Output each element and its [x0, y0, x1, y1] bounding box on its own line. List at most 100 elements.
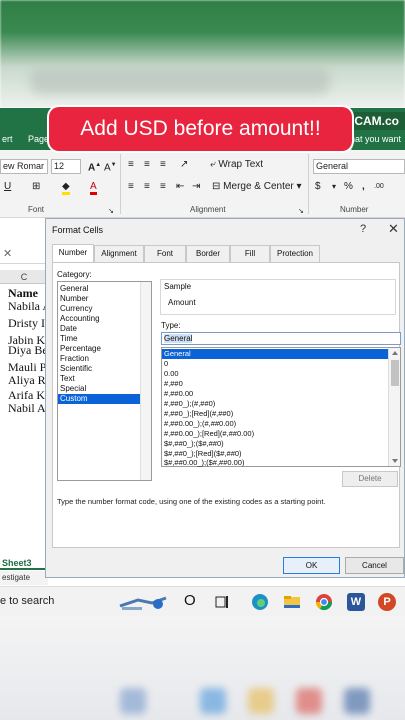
type-list[interactable]: General 0 0.00 #,##0 #,##0.00 #,##0_);(#… — [161, 347, 401, 467]
tab-alignment[interactable]: Alignment — [94, 245, 144, 262]
status-bar: estigate — [0, 571, 48, 585]
list-item[interactable]: Currency — [58, 304, 140, 314]
align-right-icon[interactable]: ≡ — [160, 180, 166, 194]
ok-button[interactable]: OK — [283, 557, 340, 574]
blurred-background-bottom — [0, 616, 405, 720]
align-top-icon[interactable]: ≡ — [128, 158, 134, 172]
sheet-tab-sheet3[interactable]: Sheet3 — [0, 556, 48, 570]
fill-color-icon[interactable]: ◆ — [62, 180, 70, 195]
list-item[interactable]: #,##0.00_);[Red](#,##0.00) — [162, 429, 388, 439]
list-item[interactable]: Percentage — [58, 344, 140, 354]
formula-bar-cancel[interactable]: ✕ — [0, 244, 48, 264]
list-item[interactable]: Date — [58, 324, 140, 334]
comma-style-button[interactable]: , — [362, 180, 365, 194]
list-item[interactable]: General — [58, 284, 140, 294]
chevron-down-icon: ▾ — [296, 181, 302, 192]
increase-indent-icon[interactable]: ⇥ — [192, 180, 200, 194]
close-icon[interactable]: ✕ — [388, 221, 399, 237]
video-frame: ert Page L DICAM.co hat you want t ew Ro… — [0, 0, 405, 720]
list-item-selected[interactable]: General — [162, 349, 388, 359]
grow-font-icon[interactable]: A▲ — [88, 158, 101, 175]
blurred-shape — [248, 688, 274, 714]
list-item[interactable]: 0 — [162, 359, 388, 369]
scroll-up-icon[interactable] — [392, 351, 398, 355]
list-item[interactable]: $#,##0.00_);($#,##0.00) — [162, 458, 388, 468]
category-list[interactable]: General Number Currency Accounting Date … — [57, 281, 152, 481]
wrap-text-button[interactable]: ⤶ Wrap Text — [210, 158, 263, 172]
increase-decimal-icon[interactable]: .00 — [374, 180, 384, 194]
underline-button[interactable]: U — [4, 180, 11, 194]
taskbar-search-text[interactable]: e to search — [0, 595, 54, 607]
tip-banner: Add USD before amount!! — [49, 107, 352, 151]
percent-button[interactable]: % — [344, 180, 353, 194]
borders-icon[interactable]: ⊞ — [32, 180, 40, 194]
align-middle-icon[interactable]: ≡ — [144, 158, 150, 172]
align-bottom-icon[interactable]: ≡ — [160, 158, 166, 172]
cortana-icon[interactable]: O — [184, 592, 202, 610]
group-font-label: Font — [28, 205, 45, 214]
file-explorer-icon[interactable] — [283, 593, 301, 611]
shrink-font-icon[interactable]: A▼ — [104, 158, 117, 175]
search-hero-icon[interactable] — [118, 594, 170, 612]
list-item-selected[interactable]: Custom — [58, 394, 140, 404]
list-item[interactable]: 0.00 — [162, 369, 388, 379]
font-dialog-launcher-icon[interactable]: ↘ — [108, 205, 114, 219]
delete-button[interactable]: Delete — [342, 471, 398, 487]
cancel-button[interactable]: Cancel — [345, 557, 404, 574]
task-view-icon[interactable] — [214, 593, 232, 611]
scroll-down-icon[interactable] — [392, 459, 398, 463]
category-label: Category: — [57, 270, 92, 279]
blurred-background-top — [0, 0, 405, 108]
list-item[interactable]: #,##0_);[Red](#,##0) — [162, 409, 388, 419]
category-scrollbar[interactable] — [140, 282, 151, 480]
list-item[interactable]: Time — [58, 334, 140, 344]
tab-font[interactable]: Font — [144, 245, 186, 262]
list-item[interactable]: #,##0.00 — [162, 389, 388, 399]
tab-protection[interactable]: Protection — [270, 245, 320, 262]
tab-insert[interactable]: ert — [2, 134, 13, 144]
list-item[interactable]: Special — [58, 384, 140, 394]
decrease-indent-icon[interactable]: ⇤ — [176, 180, 184, 194]
sample-value: Amount — [168, 298, 196, 307]
format-cells-dialog: Format Cells ? ✕ Number Alignment Font B… — [45, 218, 405, 578]
tab-border[interactable]: Border — [186, 245, 230, 262]
chrome-icon[interactable] — [315, 593, 333, 611]
type-label: Type: — [161, 321, 181, 330]
word-icon[interactable]: W — [347, 593, 365, 611]
alignment-dialog-launcher-icon[interactable]: ↘ — [298, 205, 304, 219]
group-number-label: Number — [340, 205, 369, 214]
list-item[interactable]: Text — [58, 374, 140, 384]
align-left-icon[interactable]: ≡ — [128, 180, 134, 194]
column-header-c[interactable]: C — [0, 270, 48, 284]
table-row[interactable]: Nabil A — [8, 399, 48, 418]
list-item[interactable]: Scientific — [58, 364, 140, 374]
powerpoint-icon[interactable]: P — [378, 593, 396, 611]
edge-icon[interactable] — [251, 593, 269, 611]
merge-center-button[interactable]: ⊟ Merge & Center ▾ — [212, 180, 302, 194]
chevron-down-icon[interactable]: ▾ — [332, 180, 336, 194]
list-item[interactable]: #,##0.00_);(#,##0.00) — [162, 419, 388, 429]
font-name-select[interactable]: ew Romar — [0, 159, 48, 174]
merge-icon: ⊟ — [212, 181, 221, 192]
type-scrollbar[interactable] — [388, 348, 400, 466]
tab-number[interactable]: Number — [52, 244, 94, 262]
hint-text: Type the number format code, using one o… — [57, 497, 326, 506]
list-item[interactable]: #,##0 — [162, 379, 388, 389]
font-size-select[interactable]: 12 — [51, 159, 81, 174]
close-icon: ✕ — [3, 248, 13, 260]
list-item[interactable]: #,##0_);(#,##0) — [162, 399, 388, 409]
font-color-icon[interactable]: A — [90, 180, 97, 195]
ribbon-home: ew Romar 12 A▲ A▼ U ⊞ ◆ A Font ↘ ≡ ≡ ≡ ↗… — [0, 150, 405, 218]
help-icon[interactable]: ? — [360, 223, 366, 235]
tab-fill[interactable]: Fill — [230, 245, 270, 262]
scroll-thumb[interactable] — [391, 360, 399, 386]
number-format-select[interactable]: General — [313, 159, 405, 174]
align-center-icon[interactable]: ≡ — [144, 180, 150, 194]
currency-button[interactable]: $ — [315, 180, 321, 194]
list-item[interactable]: $#,##0_);($#,##0) — [162, 439, 388, 449]
list-item[interactable]: Number — [58, 294, 140, 304]
type-input[interactable]: General — [161, 332, 401, 345]
list-item[interactable]: Fraction — [58, 354, 140, 364]
orientation-icon[interactable]: ↗ — [180, 158, 188, 172]
list-item[interactable]: Accounting — [58, 314, 140, 324]
